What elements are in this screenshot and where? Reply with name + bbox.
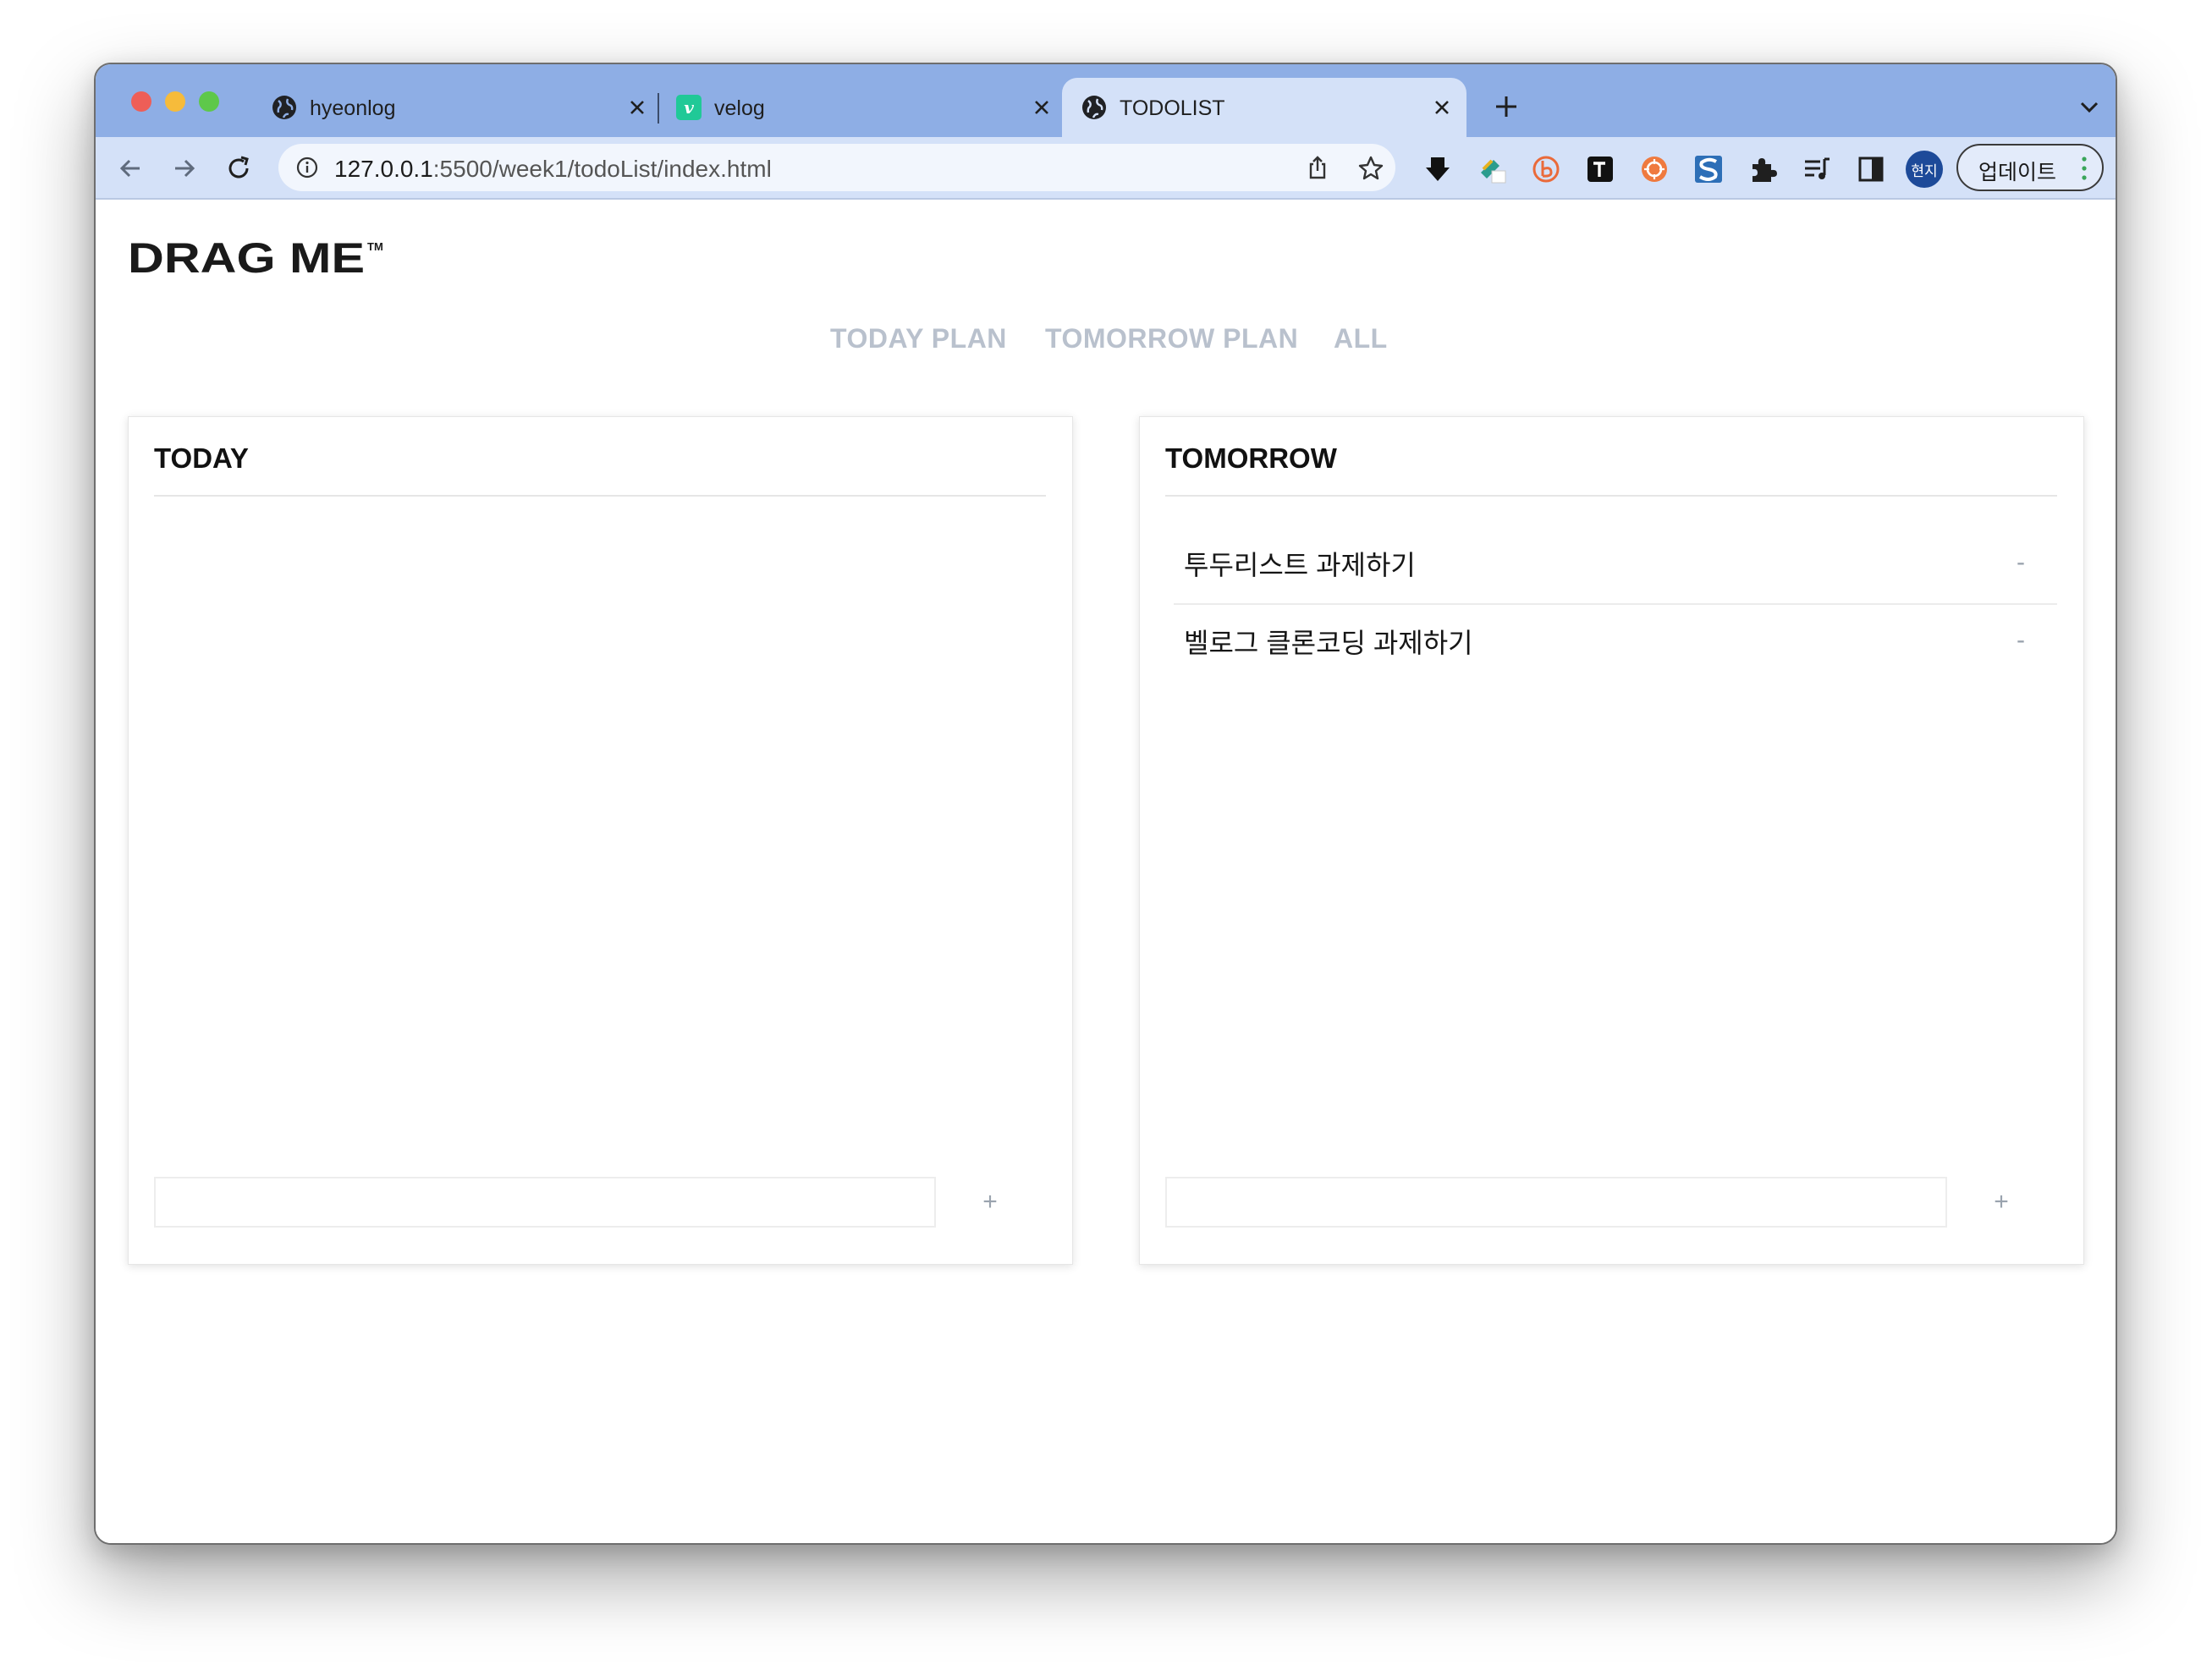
minimize-window-button[interactable] [165,91,185,112]
share-icon[interactable] [1304,154,1331,181]
tab-hyeonlog[interactable]: hyeonlog [261,78,658,137]
tomorrow-todo-list: 투두리스트 과제하기 - 벨로그 클론코딩 과제하기 - [1174,527,2057,683]
drag-me-logo: DRAG ME TM [128,234,383,277]
today-card: TODAY + [128,416,1073,1265]
nav-all[interactable]: ALL [1334,323,1388,354]
tomorrow-add-input[interactable] [1165,1177,1947,1228]
b-extension-icon[interactable] [1531,154,1561,184]
tab-velog[interactable]: v velog [665,78,1063,137]
chevron-down-icon[interactable] [2075,95,2104,120]
bookmark-star-icon[interactable] [1356,154,1385,183]
download-extension-icon[interactable] [1422,154,1453,184]
nav-tomorrow-plan[interactable]: TOMORROW PLAN [1045,323,1298,354]
todo-text: 투두리스트 과제하기 [1184,550,1416,580]
forward-arrow-icon[interactable] [168,152,201,184]
close-icon[interactable] [1027,93,1056,122]
todo-item[interactable]: 벨로그 클론코딩 과제하기 - [1174,605,2057,683]
color-picker-extension-icon[interactable] [1477,154,1507,184]
nav-today-plan[interactable]: TODAY PLAN [830,323,1007,354]
url-text: 127.0.0.1:5500/week1/todoList/index.html [334,156,772,183]
media-queue-icon[interactable] [1802,154,1832,184]
todo-item[interactable]: 투두리스트 과제하기 - [1174,527,2057,605]
browser-window: hyeonlog v velog TODOLIST 127.0.0.1:5500… [94,63,2117,1545]
address-bar[interactable]: 127.0.0.1:5500/week1/todoList/index.html [278,144,1395,191]
profile-avatar[interactable]: 현지 [1906,151,1943,188]
divider [154,495,1046,497]
svg-text:v: v [684,97,694,118]
update-button[interactable]: 업데이트 [1956,144,2104,191]
t-extension-icon[interactable] [1585,154,1615,184]
close-window-button[interactable] [131,91,151,112]
todo-text: 벨로그 클론코딩 과제하기 [1184,628,1473,658]
browser-toolbar: 127.0.0.1:5500/week1/todoList/index.html [96,137,2116,200]
tab-title: velog [714,96,765,120]
tab-title: hyeonlog [310,96,396,120]
tomorrow-card: TOMORROW 투두리스트 과제하기 - 벨로그 클론코딩 과제하기 - + [1139,416,2084,1265]
tab-strip: hyeonlog v velog TODOLIST [96,64,2116,137]
close-icon[interactable] [623,93,652,122]
svg-text:TM: TM [367,240,383,253]
globe-icon [272,96,296,119]
plan-nav: TODAY PLAN TOMORROW PLAN ALL [96,323,2116,365]
orange-extension-icon[interactable] [1639,154,1670,184]
tomorrow-add-button[interactable]: + [1986,1182,2017,1222]
remove-todo-button[interactable]: - [2008,547,2033,578]
kebab-menu-icon[interactable] [2082,156,2087,181]
today-add-input[interactable] [154,1177,936,1228]
new-tab-icon[interactable] [1489,90,1523,124]
info-icon[interactable] [295,156,319,179]
globe-icon [1082,96,1106,119]
page-content: DRAG ME TM TODAY PLAN TOMORROW PLAN ALL … [96,200,2116,1543]
side-panel-icon[interactable] [1856,154,1886,184]
remove-todo-button[interactable]: - [2008,625,2033,656]
tomorrow-title: TOMORROW [1165,442,1337,474]
url-host: 127.0.0.1 [334,156,433,182]
update-button-label: 업데이트 [1978,161,2057,184]
s-extension-icon[interactable] [1693,154,1724,184]
zoom-window-button[interactable] [199,91,219,112]
divider [1165,495,2057,497]
url-path: :5500/week1/todoList/index.html [432,156,772,182]
today-title: TODAY [154,442,249,474]
close-icon[interactable] [1428,93,1456,122]
today-add-button[interactable]: + [975,1182,1005,1222]
tab-todolist[interactable]: TODOLIST [1062,78,1466,137]
extensions-puzzle-icon[interactable] [1747,154,1778,184]
reload-icon[interactable] [223,152,255,184]
tab-title: TODOLIST [1120,96,1225,120]
velog-icon: v [676,95,702,120]
back-arrow-icon[interactable] [114,152,146,184]
tab-separator [658,93,659,124]
svg-text:DRAG ME: DRAG ME [128,234,365,277]
